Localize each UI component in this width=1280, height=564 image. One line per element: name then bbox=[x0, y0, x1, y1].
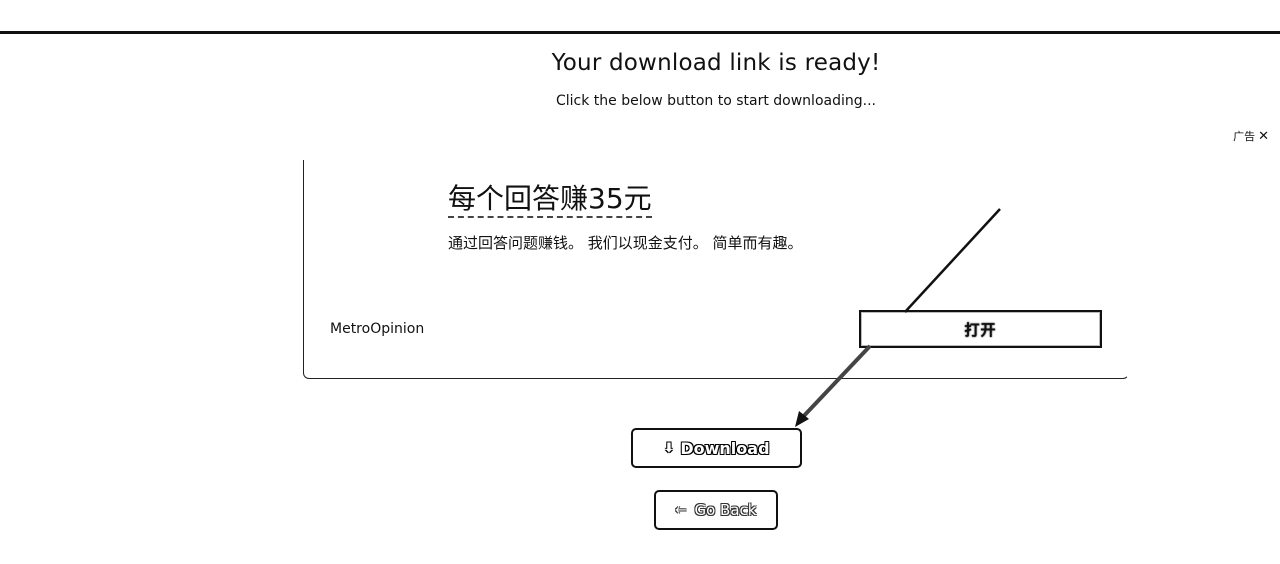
ad-advertiser: MetroOpinion bbox=[330, 321, 425, 337]
top-divider bbox=[0, 31, 1280, 34]
go-back-button-label: Go Back bbox=[694, 501, 757, 519]
ad-headline[interactable]: 每个回答赚35元 bbox=[448, 182, 652, 219]
download-button-label: Download bbox=[680, 438, 770, 458]
ad-open-button[interactable]: 打开 bbox=[859, 310, 1102, 348]
close-icon[interactable]: ✕ bbox=[1258, 130, 1269, 143]
download-icon: ⬇ bbox=[663, 440, 675, 456]
page-subtitle: Click the below button to start download… bbox=[556, 93, 876, 109]
ad-choices[interactable]: 广告 ✕ bbox=[1233, 128, 1269, 144]
ad-open-button-label: 打开 bbox=[964, 320, 997, 339]
download-page: Your download link is ready! Click the b… bbox=[0, 0, 1280, 564]
download-button[interactable]: ⬇ Download bbox=[631, 428, 802, 468]
ad-banner[interactable]: 每个回答赚35元 通过回答问题赚钱。 我们以现金支付。 简单而有趣。 Metro… bbox=[303, 156, 1129, 379]
page-title: Your download link is ready! bbox=[551, 50, 881, 76]
arrow-left-icon: ← bbox=[675, 502, 687, 518]
arrow-head bbox=[795, 411, 809, 427]
ad-description: 通过回答问题赚钱。 我们以现金支付。 简单而有趣。 bbox=[448, 234, 803, 252]
go-back-button[interactable]: ← Go Back bbox=[654, 490, 778, 530]
ad-label-text: 广告 bbox=[1233, 130, 1256, 143]
